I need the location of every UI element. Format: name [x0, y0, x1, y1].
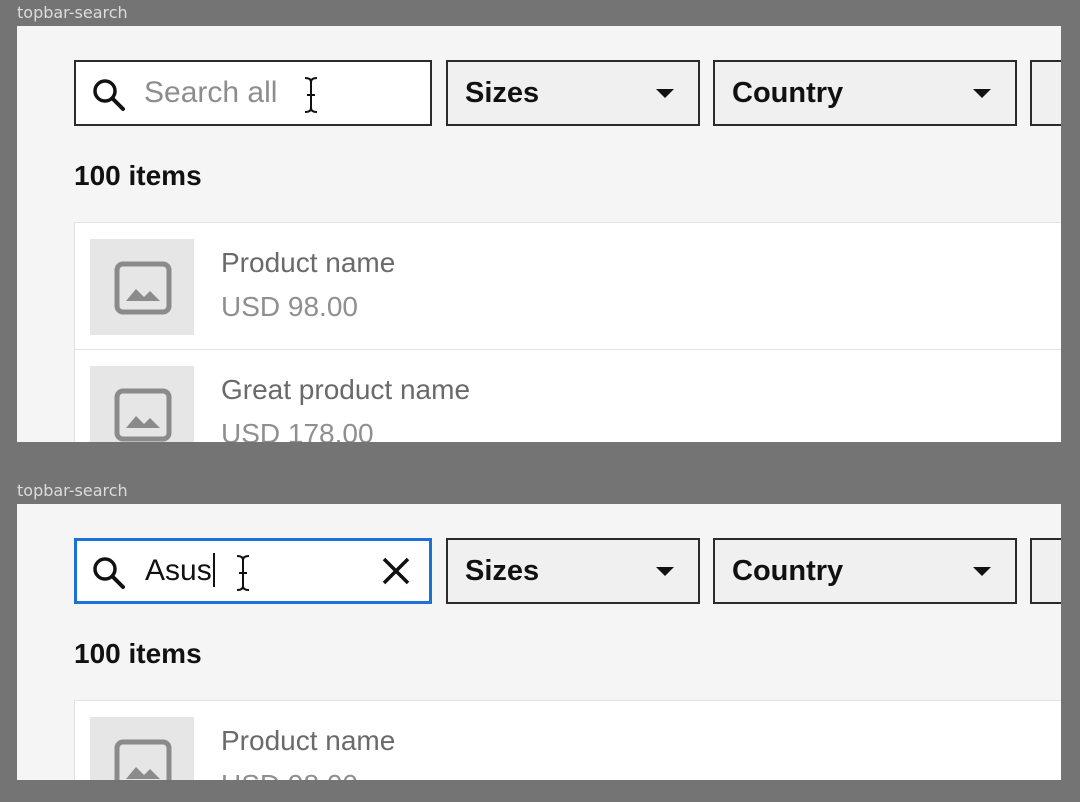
- close-icon[interactable]: [381, 556, 411, 586]
- item-count: 100 items: [74, 638, 202, 669]
- country-dropdown-label: Country: [732, 77, 844, 109]
- search-placeholder: Search all: [144, 76, 278, 109]
- product-price: USD 178.00: [221, 418, 374, 442]
- caret-down-icon: [973, 89, 991, 98]
- sizes-dropdown[interactable]: Sizes: [446, 538, 700, 604]
- caret-down-icon: [656, 567, 674, 576]
- frame-default: Search all Sizes Country 100 items Produ…: [17, 26, 1061, 442]
- product-thumbnail: [90, 717, 194, 780]
- item-count: 100 items: [74, 160, 202, 191]
- sizes-dropdown-label: Sizes: [465, 77, 540, 109]
- image-placeholder-icon: [114, 388, 172, 442]
- topbar: Search all Sizes Country: [74, 60, 1061, 126]
- sizes-dropdown-label: Sizes: [465, 555, 540, 587]
- text-caret: [212, 553, 215, 588]
- image-placeholder-icon: [114, 261, 172, 315]
- search-value: Asus: [145, 541, 215, 601]
- image-placeholder-icon: [114, 739, 172, 780]
- text-cursor-icon: [236, 554, 250, 592]
- sizes-dropdown[interactable]: Sizes: [446, 60, 700, 126]
- product-price: USD 98.00: [221, 769, 358, 780]
- product-name: Product name: [221, 247, 396, 278]
- frame-label: topbar-search: [17, 3, 128, 22]
- magnifier-icon: [93, 557, 125, 589]
- product-list: Product name USD 98.00: [74, 700, 1061, 780]
- text-cursor-icon: [304, 76, 318, 114]
- country-dropdown[interactable]: Country: [713, 60, 1017, 126]
- product-list: Product name USD 98.00 Great product nam…: [74, 222, 1061, 442]
- product-price: USD 98.00: [221, 291, 358, 322]
- frame-typing: Asus Sizes Country 100 items Product nam…: [17, 504, 1061, 780]
- topbar: Asus Sizes Country: [74, 538, 1061, 604]
- more-dropdown[interactable]: [1030, 538, 1061, 604]
- product-name: Great product name: [221, 374, 471, 405]
- country-dropdown[interactable]: Country: [713, 538, 1017, 604]
- search-input[interactable]: Search all: [74, 60, 432, 126]
- country-dropdown-label: Country: [732, 555, 844, 587]
- caret-down-icon: [656, 89, 674, 98]
- frame-label: topbar-search: [17, 481, 128, 500]
- caret-down-icon: [973, 567, 991, 576]
- product-thumbnail: [90, 366, 194, 442]
- list-item[interactable]: Great product name USD 178.00: [74, 349, 1061, 442]
- search-input[interactable]: Asus: [74, 538, 432, 604]
- more-dropdown[interactable]: [1030, 60, 1061, 126]
- product-thumbnail: [90, 239, 194, 335]
- list-item[interactable]: Product name USD 98.00: [74, 700, 1061, 780]
- magnifier-icon: [93, 79, 125, 111]
- product-name: Product name: [221, 725, 396, 756]
- list-item[interactable]: Product name USD 98.00: [74, 222, 1061, 350]
